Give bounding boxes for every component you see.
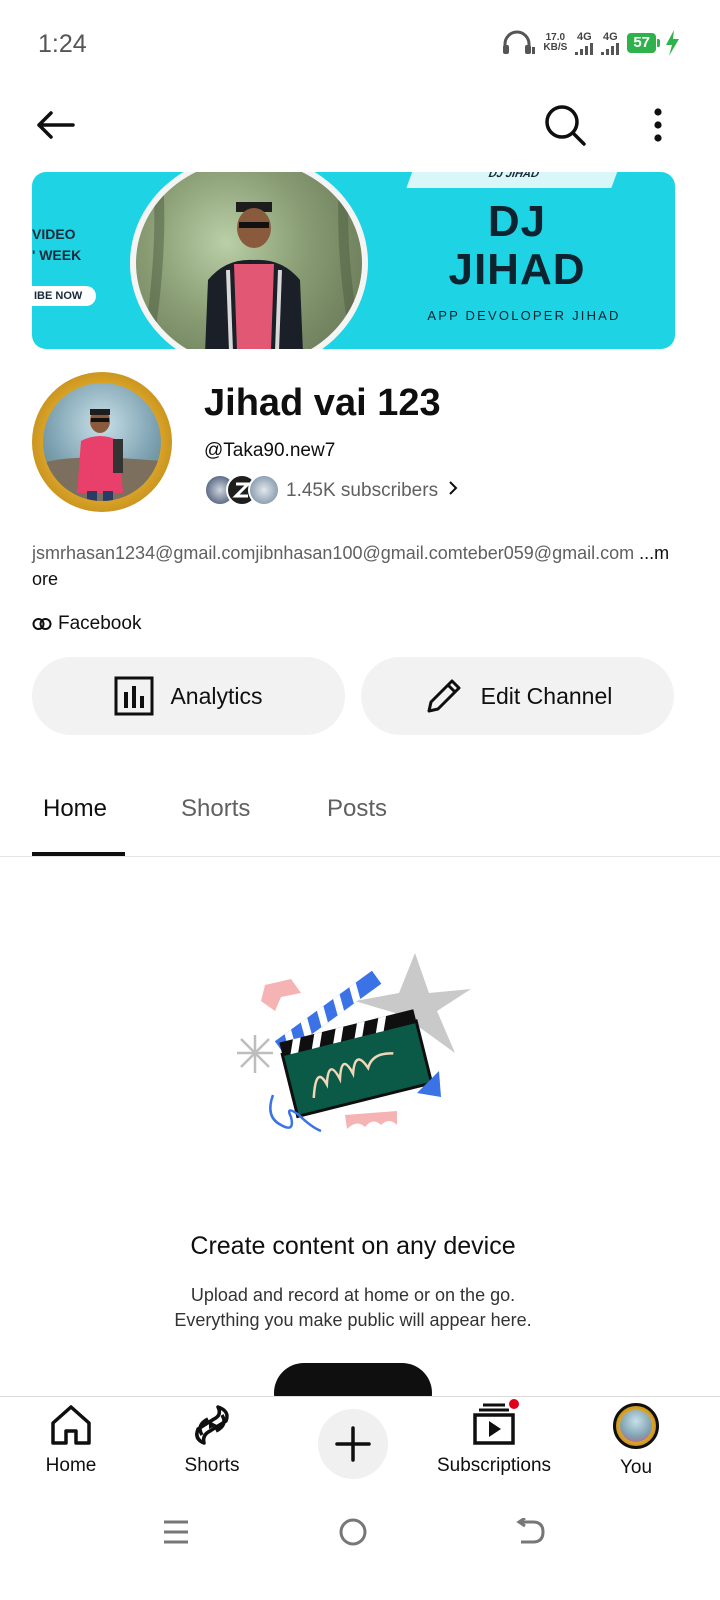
banner-tagline: APP DEVOLOPER JIHAD bbox=[427, 308, 621, 323]
home-icon bbox=[51, 1405, 91, 1445]
nav-subscriptions-label: Subscriptions bbox=[436, 1455, 552, 1476]
menu-icon bbox=[164, 1520, 188, 1544]
empty-state-body-line1: Upload and record at home or on the go. bbox=[190, 1285, 516, 1305]
channel-link-label: Facebook bbox=[58, 613, 142, 634]
more-options-button[interactable] bbox=[640, 100, 676, 150]
tab-shorts[interactable]: Shorts bbox=[181, 795, 250, 823]
signal-bars-icon bbox=[575, 42, 594, 55]
analytics-label: Analytics bbox=[170, 682, 263, 709]
channel-avatar[interactable] bbox=[32, 372, 172, 512]
arrow-left-icon bbox=[37, 111, 75, 139]
system-navigation-bar bbox=[0, 1496, 720, 1600]
banner-left-line2: ' WEEK bbox=[32, 247, 82, 263]
channel-banner: DJ JIHAD VIDEO ' WEEK IBE NOW DJ JIHAD A… bbox=[32, 172, 675, 349]
analytics-icon bbox=[114, 676, 154, 716]
banner-top-tag: DJ JIHAD bbox=[406, 172, 619, 188]
back-curve-icon bbox=[516, 1518, 545, 1544]
empty-state-body: Upload and record at home or on the go. … bbox=[0, 1283, 706, 1333]
person-photo-icon bbox=[142, 172, 362, 349]
nav-home[interactable]: Home bbox=[1, 1403, 141, 1477]
network-speed-unit: KB/S bbox=[543, 42, 568, 53]
notification-dot bbox=[507, 1397, 521, 1411]
network-speed: 17.0 KB/S bbox=[543, 33, 567, 53]
banner-left-line1: VIDEO bbox=[32, 226, 76, 242]
back-button[interactable] bbox=[30, 100, 80, 150]
circle-home-icon bbox=[339, 1518, 367, 1546]
more-vert-icon bbox=[654, 108, 662, 142]
tab-divider bbox=[0, 856, 720, 857]
banner-left-text: VIDEO ' WEEK bbox=[32, 224, 81, 266]
tab-home[interactable]: Home bbox=[43, 795, 107, 823]
channel-handle: @Taka90.new7 bbox=[204, 440, 336, 461]
status-icons: 17.0 KB/S 4G 4G 57 bbox=[501, 30, 680, 56]
channel-description[interactable]: jsmrhasan1234@gmail.comjibnhasan100@gmai… bbox=[32, 540, 672, 592]
nav-shorts-label: Shorts bbox=[184, 1455, 240, 1476]
signal-sim2-label: 4G bbox=[602, 30, 618, 43]
nav-subscriptions[interactable]: Subscriptions bbox=[424, 1397, 564, 1477]
tab-posts[interactable]: Posts bbox=[327, 795, 387, 823]
channel-name: Jihad vai 123 bbox=[204, 382, 441, 424]
subscriber-count-link[interactable]: 1.45K subscribers bbox=[286, 480, 459, 502]
channel-link-facebook[interactable]: Facebook bbox=[32, 613, 141, 635]
chevron-right-icon bbox=[449, 481, 458, 495]
nav-you[interactable]: You bbox=[566, 1403, 706, 1479]
you-avatar bbox=[613, 1403, 659, 1449]
bottom-navigation: Home Shorts Subscriptions You bbox=[0, 1396, 720, 1496]
nav-home-label: Home bbox=[45, 1455, 97, 1476]
signal-sim1: 4G bbox=[575, 30, 594, 55]
nav-shorts[interactable]: Shorts bbox=[142, 1403, 282, 1477]
system-back-button[interactable] bbox=[510, 1512, 550, 1552]
banner-title-line1: DJ bbox=[487, 197, 547, 246]
plus-icon bbox=[335, 1426, 371, 1462]
banner-title-line2: JIHAD bbox=[448, 245, 586, 294]
subscriber-avatars[interactable] bbox=[204, 474, 280, 506]
subscriber-avatar bbox=[248, 474, 280, 506]
signal-sim1-label: 4G bbox=[576, 30, 592, 43]
analytics-button[interactable]: Analytics bbox=[32, 657, 345, 735]
signal-sim2: 4G bbox=[601, 30, 620, 55]
nav-create-button[interactable] bbox=[318, 1409, 388, 1479]
avatar-photo-icon bbox=[43, 409, 161, 501]
empty-state-title: Create content on any device bbox=[190, 1232, 516, 1260]
charging-bolt-icon bbox=[666, 30, 679, 56]
system-home-button[interactable] bbox=[333, 1512, 373, 1552]
channel-description-text: jsmrhasan1234@gmail.comjibnhasan100@gmai… bbox=[32, 543, 635, 563]
banner-subscribe-pill: IBE NOW bbox=[32, 286, 97, 306]
banner-photo bbox=[130, 172, 368, 349]
banner-title: DJ JIHAD bbox=[412, 198, 622, 294]
headphones-icon bbox=[503, 30, 536, 54]
subscriber-count: 1.45K subscribers bbox=[286, 480, 439, 501]
shorts-icon bbox=[195, 1405, 229, 1445]
search-button[interactable] bbox=[540, 100, 590, 150]
pencil-icon bbox=[427, 679, 461, 713]
clapperboard-illustration bbox=[237, 953, 471, 1133]
status-time: 1:24 bbox=[38, 30, 87, 58]
search-icon bbox=[545, 105, 586, 146]
system-menu-button[interactable] bbox=[156, 1512, 196, 1552]
signal-bars-icon bbox=[601, 42, 620, 55]
status-bar: 1:24 17.0 KB/S 4G 4G 57 bbox=[0, 0, 720, 90]
edit-channel-label: Edit Channel bbox=[480, 682, 613, 709]
nav-you-label: You bbox=[619, 1457, 653, 1478]
battery-level: 57 bbox=[627, 33, 660, 53]
edit-channel-button[interactable]: Edit Channel bbox=[361, 657, 674, 735]
link-icon bbox=[32, 618, 52, 630]
empty-state-body-line2: Everything you make public will appear h… bbox=[174, 1310, 532, 1330]
